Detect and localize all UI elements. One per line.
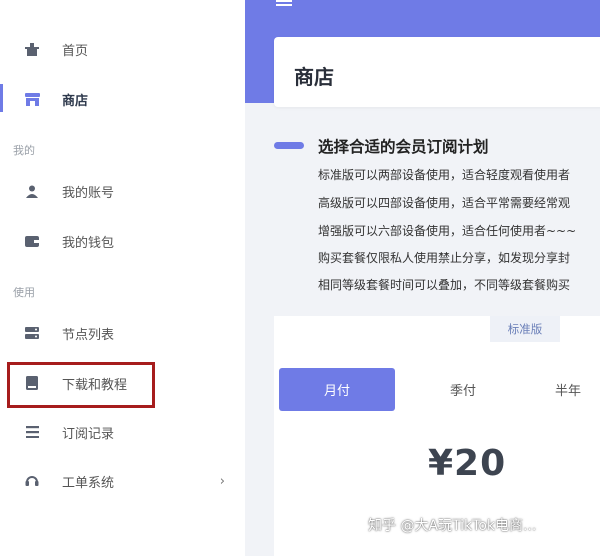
sidebar: 首页 商店 我的 我的账号 我的钱包 使用 节点列表 下载和教程 订阅记录 工单… <box>0 0 245 556</box>
store-icon <box>24 91 40 107</box>
sidebar-item-label: 商店 <box>62 93 89 109</box>
menu-icon[interactable] <box>276 0 292 8</box>
announcement-title: 选择合适的会员订阅计划 <box>318 138 489 156</box>
section-label-mine: 我的 <box>13 144 35 157</box>
announcement-line: 增强版可以六部设备使用，适合任何使用者~~~ <box>318 224 577 238</box>
sidebar-item-label: 首页 <box>62 43 89 59</box>
sidebar-item-store[interactable]: 商店 <box>0 77 245 121</box>
announcement-line: 高级版可以四部设备使用，适合平常需要经常观 <box>318 196 571 210</box>
sidebar-item-tickets[interactable]: 工单系统 › <box>0 459 245 503</box>
section-label-use: 使用 <box>13 286 35 299</box>
headset-icon <box>24 473 40 489</box>
price-value: ¥20 <box>428 443 507 484</box>
announcement-line: 标准版可以两部设备使用，适合轻度观看使用者 <box>318 168 571 182</box>
sidebar-item-label: 工单系统 <box>62 475 115 491</box>
user-icon <box>24 183 40 199</box>
page-title-card: 商店 <box>274 37 600 107</box>
period-quarterly-button[interactable]: 季付 <box>405 368 521 411</box>
chevron-right-icon: › <box>219 473 225 489</box>
highlight-annotation <box>7 362 155 408</box>
plan-tab-standard[interactable]: 标准版 <box>490 316 560 342</box>
home-icon <box>24 41 40 57</box>
sidebar-item-label: 订阅记录 <box>62 426 115 442</box>
page-title: 商店 <box>294 65 334 89</box>
sidebar-item-subscriptions[interactable]: 订阅记录 <box>0 410 245 454</box>
announcement-line: 购买套餐仅限私人使用禁止分享，如发现分享封 <box>318 251 571 265</box>
sidebar-item-label: 我的账号 <box>62 185 115 201</box>
sidebar-item-home[interactable]: 首页 <box>0 27 245 71</box>
wallet-icon <box>24 233 40 249</box>
announcement-line: 相同等级套餐时间可以叠加，不同等级套餐购买 <box>318 278 571 292</box>
server-icon <box>24 325 40 341</box>
sidebar-item-nodes[interactable]: 节点列表 <box>0 311 245 355</box>
list-icon <box>24 424 40 440</box>
sidebar-item-account[interactable]: 我的账号 <box>0 169 245 213</box>
period-half-year-button[interactable]: 半年 <box>555 368 600 411</box>
watermark: 知乎 @大A玩TikTok电商... <box>368 518 537 534</box>
sidebar-item-wallet[interactable]: 我的钱包 <box>0 219 245 263</box>
announcement-marker <box>274 142 304 149</box>
period-monthly-button[interactable]: 月付 <box>279 368 395 411</box>
sidebar-item-label: 节点列表 <box>62 327 115 343</box>
sidebar-item-label: 我的钱包 <box>62 235 115 251</box>
